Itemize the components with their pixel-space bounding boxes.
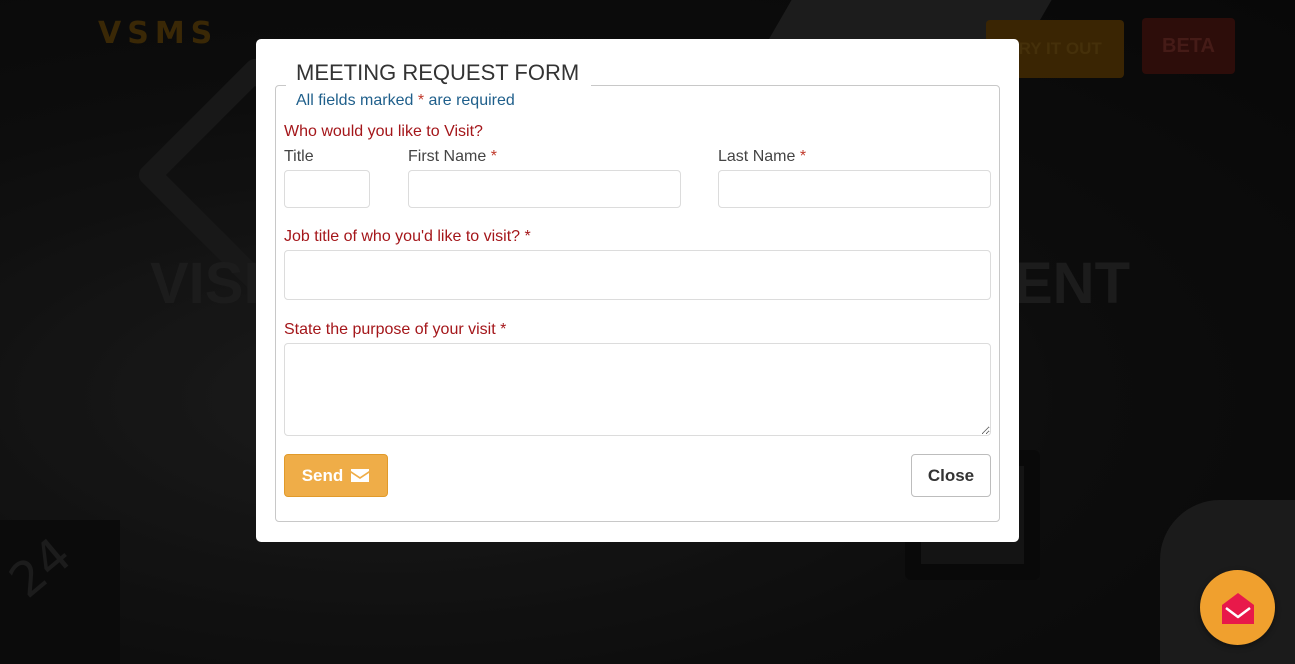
- send-button-label: Send: [301, 465, 344, 485]
- title-label: Title: [284, 148, 314, 165]
- last-name-label-text: Last Name: [718, 148, 796, 165]
- envelope-icon: [351, 469, 370, 482]
- send-button[interactable]: Send: [284, 454, 388, 497]
- visit-section-label: Who would you like to Visit?: [284, 123, 483, 140]
- form-fieldset: Who would you like to Visit? Title First…: [275, 85, 1000, 522]
- meeting-request-modal: Who would you like to Visit? Title First…: [256, 39, 1019, 542]
- job-title-label-text: Job title of who you'd like to visit?: [284, 228, 521, 245]
- last-name-input[interactable]: [718, 170, 991, 208]
- required-star: *: [799, 148, 807, 165]
- contact-fab-button[interactable]: [1200, 570, 1275, 645]
- required-star: *: [500, 321, 507, 338]
- form-legend: MEETING REQUEST FORM All fields marked *…: [286, 58, 592, 109]
- job-title-input[interactable]: [284, 250, 991, 300]
- required-star: *: [490, 148, 497, 165]
- last-name-label: Last Name *: [718, 148, 806, 166]
- first-name-input[interactable]: [408, 170, 681, 208]
- purpose-label-text: State the purpose of your visit: [284, 321, 496, 338]
- modal-title: MEETING REQUEST FORM: [296, 60, 580, 85]
- required-note-suffix: are required: [424, 92, 515, 109]
- required-note-prefix: All fields marked: [296, 92, 418, 109]
- first-name-label-text: First Name: [408, 148, 487, 165]
- open-envelope-icon: [1221, 592, 1254, 624]
- first-name-label: First Name *: [408, 148, 497, 166]
- required-star: *: [524, 228, 531, 245]
- close-button[interactable]: Close: [911, 454, 991, 497]
- purpose-label: State the purpose of your visit *: [284, 321, 506, 339]
- job-title-label: Job title of who you'd like to visit? *: [284, 228, 531, 246]
- purpose-textarea[interactable]: [284, 343, 991, 436]
- required-note: All fields marked * are required: [296, 90, 579, 112]
- title-input[interactable]: [284, 170, 370, 208]
